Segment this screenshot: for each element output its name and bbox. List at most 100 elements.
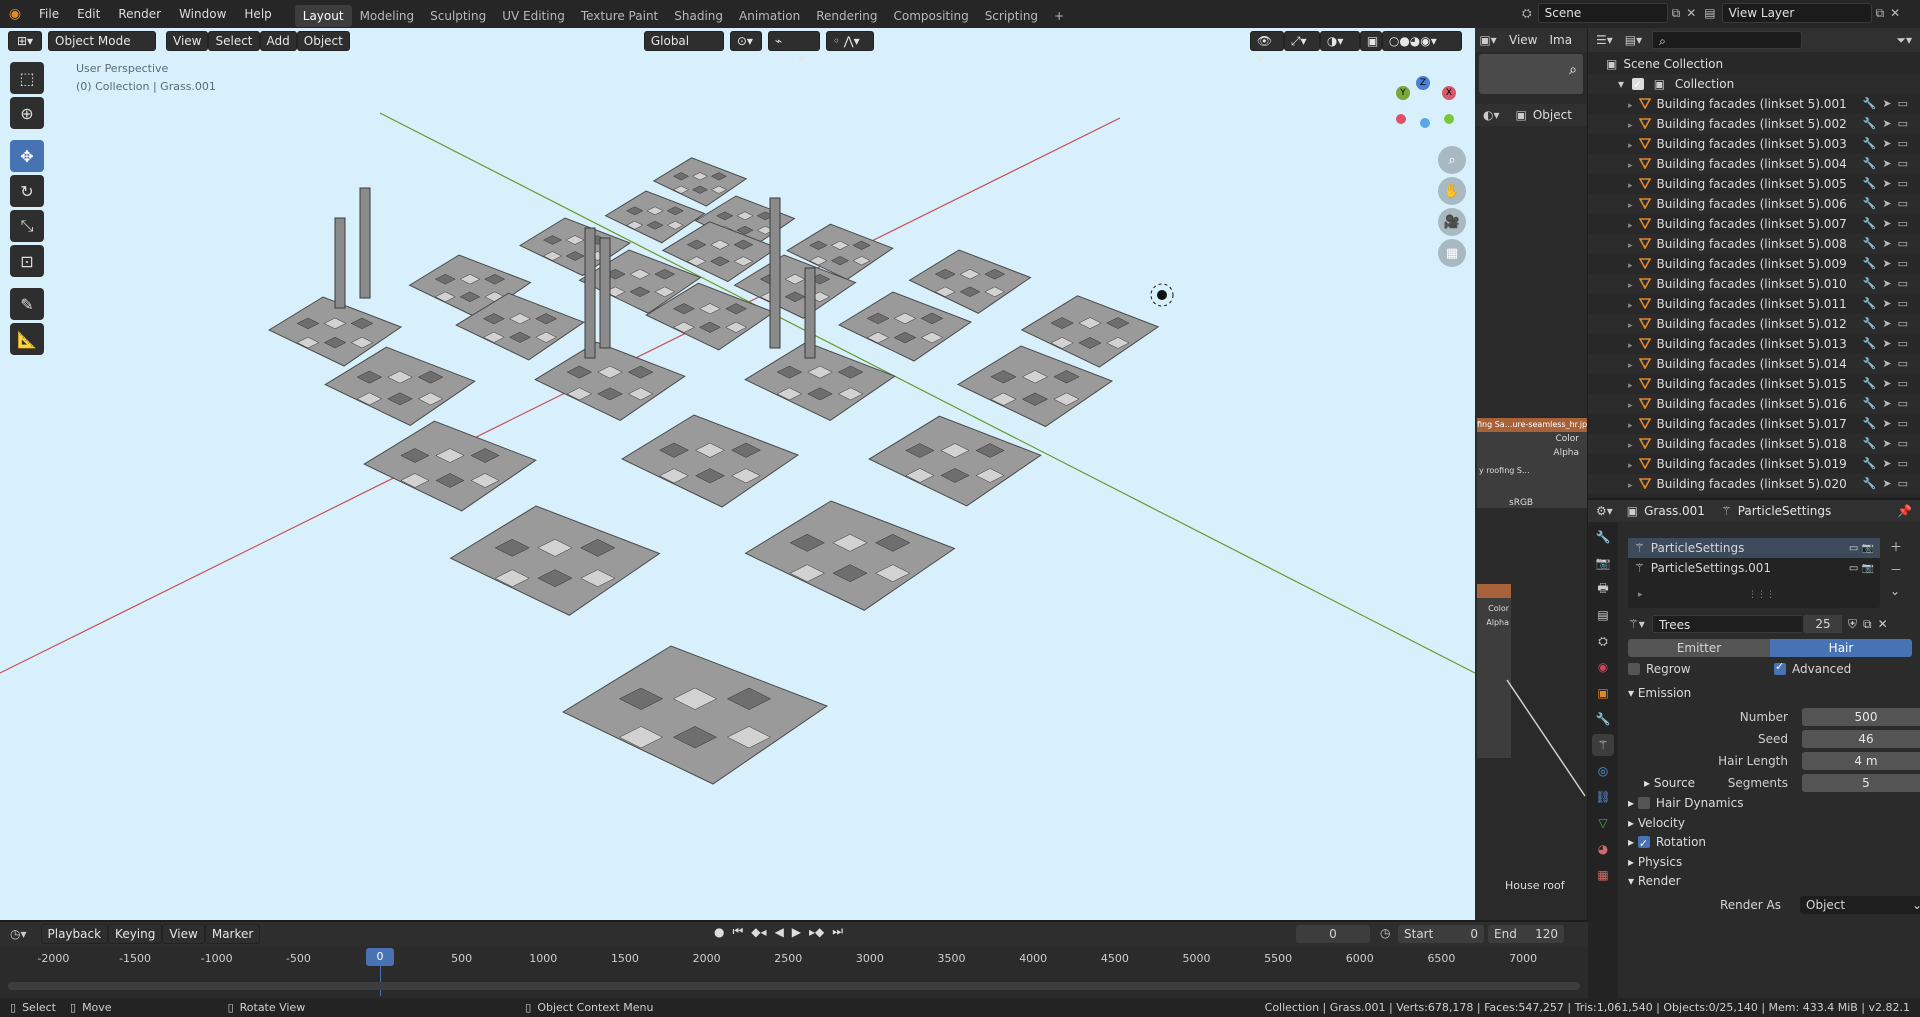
copy-icon[interactable]: ⧉: [1672, 6, 1681, 21]
timeline-view-menu[interactable]: View: [162, 924, 205, 944]
hair-dynamics-checkbox[interactable]: [1637, 797, 1650, 809]
gizmo-x-axis[interactable]: X: [1442, 86, 1456, 100]
outliner-item[interactable]: ▸ Building facades (linkset 5).007 🔧➤▭: [1588, 214, 1920, 234]
tab-rendering[interactable]: Rendering: [808, 5, 885, 27]
number-field[interactable]: 46: [1802, 730, 1920, 748]
playhead[interactable]: 0: [366, 948, 394, 966]
specials-icon[interactable]: ⌄: [1890, 584, 1902, 598]
number-field[interactable]: 500: [1802, 708, 1920, 726]
timeline-type-icon[interactable]: ◷▾: [10, 927, 27, 941]
filter-icon[interactable]: ⏷▾: [1896, 33, 1912, 48]
output-tab-icon[interactable]: 🖶: [1592, 578, 1614, 600]
expand-chevron-icon[interactable]: ▸: [1628, 421, 1633, 431]
3d-viewport[interactable]: ⊞▾ Object Mode View Select Add Object Gl…: [0, 28, 1475, 920]
camera-icon[interactable]: 🎥: [1438, 208, 1466, 236]
render-as-dropdown[interactable]: Object ⌄: [1800, 896, 1920, 914]
jump-end-icon[interactable]: ⏭: [832, 924, 843, 939]
restrict-toggles[interactable]: 🔧➤▭: [1863, 234, 1914, 254]
outliner-item[interactable]: ▸ Building facades (linkset 5).014 🔧➤▭: [1588, 354, 1920, 374]
restrict-toggles[interactable]: 🔧➤▭: [1863, 334, 1914, 354]
outliner-item[interactable]: ▸ Building facades (linkset 5).006 🔧➤▭: [1588, 194, 1920, 214]
expand-chevron-icon[interactable]: ▸: [1628, 241, 1633, 251]
menu-help[interactable]: Help: [235, 0, 280, 28]
expand-chevron-icon[interactable]: ▸: [1628, 101, 1633, 111]
restrict-toggles[interactable]: 🔧➤▭: [1863, 314, 1914, 334]
image-texture-node[interactable]: Color Alpha y roofing S... sRGB: [1477, 432, 1587, 508]
display-mode-icon[interactable]: ▤▾: [1625, 33, 1642, 47]
restrict-toggles[interactable]: 🔧➤▭: [1863, 114, 1914, 134]
tab-animation[interactable]: Animation: [731, 5, 808, 27]
view-layer-selector[interactable]: View Layer: [1721, 3, 1872, 23]
select-menu[interactable]: Select: [208, 31, 260, 51]
list-expand-icon[interactable]: ▸: [1638, 590, 1643, 600]
expand-chevron-icon[interactable]: ▸: [1628, 441, 1633, 451]
frame-ruler[interactable]: -2000 -1500 -1000 -500 500 1000 1500 2000 2500 30…: [0, 946, 1588, 996]
timeline-scrollbar[interactable]: [8, 982, 1580, 990]
marker-menu[interactable]: Marker: [204, 924, 261, 944]
object-menu[interactable]: Object: [296, 31, 350, 51]
texture-tab-icon[interactable]: ▦: [1592, 864, 1614, 886]
object-tab-icon[interactable]: ▣: [1592, 682, 1614, 704]
view-menu[interactable]: View: [166, 31, 209, 51]
add-menu[interactable]: Add: [259, 31, 297, 51]
render-panel-header[interactable]: ▾ Render: [1628, 870, 1681, 892]
tab-modeling[interactable]: Modeling: [352, 5, 423, 27]
outliner-item[interactable]: ▸ Building facades (linkset 5).009 🔧➤▭: [1588, 254, 1920, 274]
image-texture-node-header[interactable]: fing Sa...ure-seamless_hr.jpg: [1477, 418, 1587, 432]
world-tab-icon[interactable]: ◉: [1592, 656, 1614, 678]
node-header[interactable]: [1477, 584, 1511, 598]
measure-icon[interactable]: 📐: [10, 323, 44, 355]
shader-object-selector[interactable]: Object: [1533, 108, 1572, 122]
select-box-icon[interactable]: ⬚: [10, 62, 44, 94]
rotation-panel-header[interactable]: ▸ Rotation: [1628, 831, 1706, 855]
data-tab-icon[interactable]: ▽: [1592, 812, 1614, 834]
blender-logo-icon[interactable]: ◉: [0, 6, 30, 22]
visibility-icon[interactable]: 👁▾: [1249, 31, 1284, 66]
outliner-type-icon[interactable]: ☰▾: [1596, 33, 1613, 47]
expand-chevron-icon[interactable]: ▸: [1628, 401, 1633, 411]
outliner-item[interactable]: ▸ Building facades (linkset 5).012 🔧➤▭: [1588, 314, 1920, 334]
xray-icon[interactable]: ▣: [1359, 31, 1382, 51]
modifier-tab-icon[interactable]: 🔧: [1592, 708, 1614, 730]
hair-dynamics-panel-header[interactable]: ▸ Hair Dynamics: [1628, 792, 1743, 814]
hair-tab[interactable]: Hair: [1770, 639, 1912, 657]
particles-tab-icon[interactable]: ⚚: [1592, 734, 1614, 756]
move-icon[interactable]: ✥: [10, 140, 44, 172]
play-icon[interactable]: ▶: [792, 925, 801, 939]
restrict-toggles[interactable]: 🔧➤▭: [1863, 274, 1914, 294]
outliner-item[interactable]: ▸ Building facades (linkset 5).008 🔧➤▭: [1588, 234, 1920, 254]
playback-menu[interactable]: Playback: [40, 924, 109, 944]
gizmo-neg-z[interactable]: [1420, 118, 1430, 128]
close-layer-icon[interactable]: ✕: [1890, 6, 1900, 20]
number-field[interactable]: 5: [1802, 774, 1920, 792]
expand-chevron-icon[interactable]: ▸: [1628, 341, 1633, 351]
outliner-item[interactable]: ▸ Building facades (linkset 5).003 🔧➤▭: [1588, 134, 1920, 154]
restrict-toggles[interactable]: 🔧➤▭: [1863, 374, 1914, 394]
restrict-toggles[interactable]: 🔧➤▭: [1863, 214, 1914, 234]
list-item[interactable]: ⚚ ParticleSettings ▭ 📷: [1628, 538, 1880, 558]
properties-type-icon[interactable]: ⚙▾: [1596, 504, 1613, 518]
orientation-selector[interactable]: Global: [643, 31, 724, 51]
restrict-toggles[interactable]: 🔧➤▭: [1863, 94, 1914, 114]
clock-icon[interactable]: ◷: [1380, 926, 1390, 940]
visibility-icons[interactable]: ▭ 📷: [1849, 563, 1874, 574]
restrict-toggles[interactable]: 🔧➤▭: [1863, 394, 1914, 414]
emission-panel-header[interactable]: ▾ Emission: [1628, 682, 1691, 704]
outliner-item[interactable]: ▸ Building facades (linkset 5).004 🔧➤▭: [1588, 154, 1920, 174]
tab-texture-paint[interactable]: Texture Paint: [573, 5, 666, 27]
add-workspace-button[interactable]: +: [1046, 5, 1072, 27]
image-node-editor-strip[interactable]: ▣▾ View Ima ⌕ ◐▾ ▣ Object fing Sa...ure-…: [1475, 28, 1587, 920]
copy-layer-icon[interactable]: ⧉: [1876, 6, 1885, 21]
outliner-item[interactable]: ▸ Building facades (linkset 5).011 🔧➤▭: [1588, 294, 1920, 314]
expand-chevron-icon[interactable]: ▸: [1628, 321, 1633, 331]
jump-start-icon[interactable]: ⏮: [732, 924, 743, 939]
scale-icon[interactable]: ⤡: [10, 210, 44, 242]
expand-chevron-icon[interactable]: ▸: [1628, 461, 1633, 471]
keying-menu[interactable]: Keying: [108, 924, 163, 944]
collection-checkbox[interactable]: [1631, 75, 1644, 95]
gizmo-neg-y[interactable]: [1444, 114, 1454, 124]
fake-user-icon[interactable]: ⛨: [1848, 617, 1857, 632]
next-key-icon[interactable]: ▸◆: [809, 925, 824, 939]
remove-system-icon[interactable]: －: [1890, 561, 1902, 578]
outliner-item[interactable]: ▸ Building facades (linkset 5).016 🔧➤▭: [1588, 394, 1920, 414]
